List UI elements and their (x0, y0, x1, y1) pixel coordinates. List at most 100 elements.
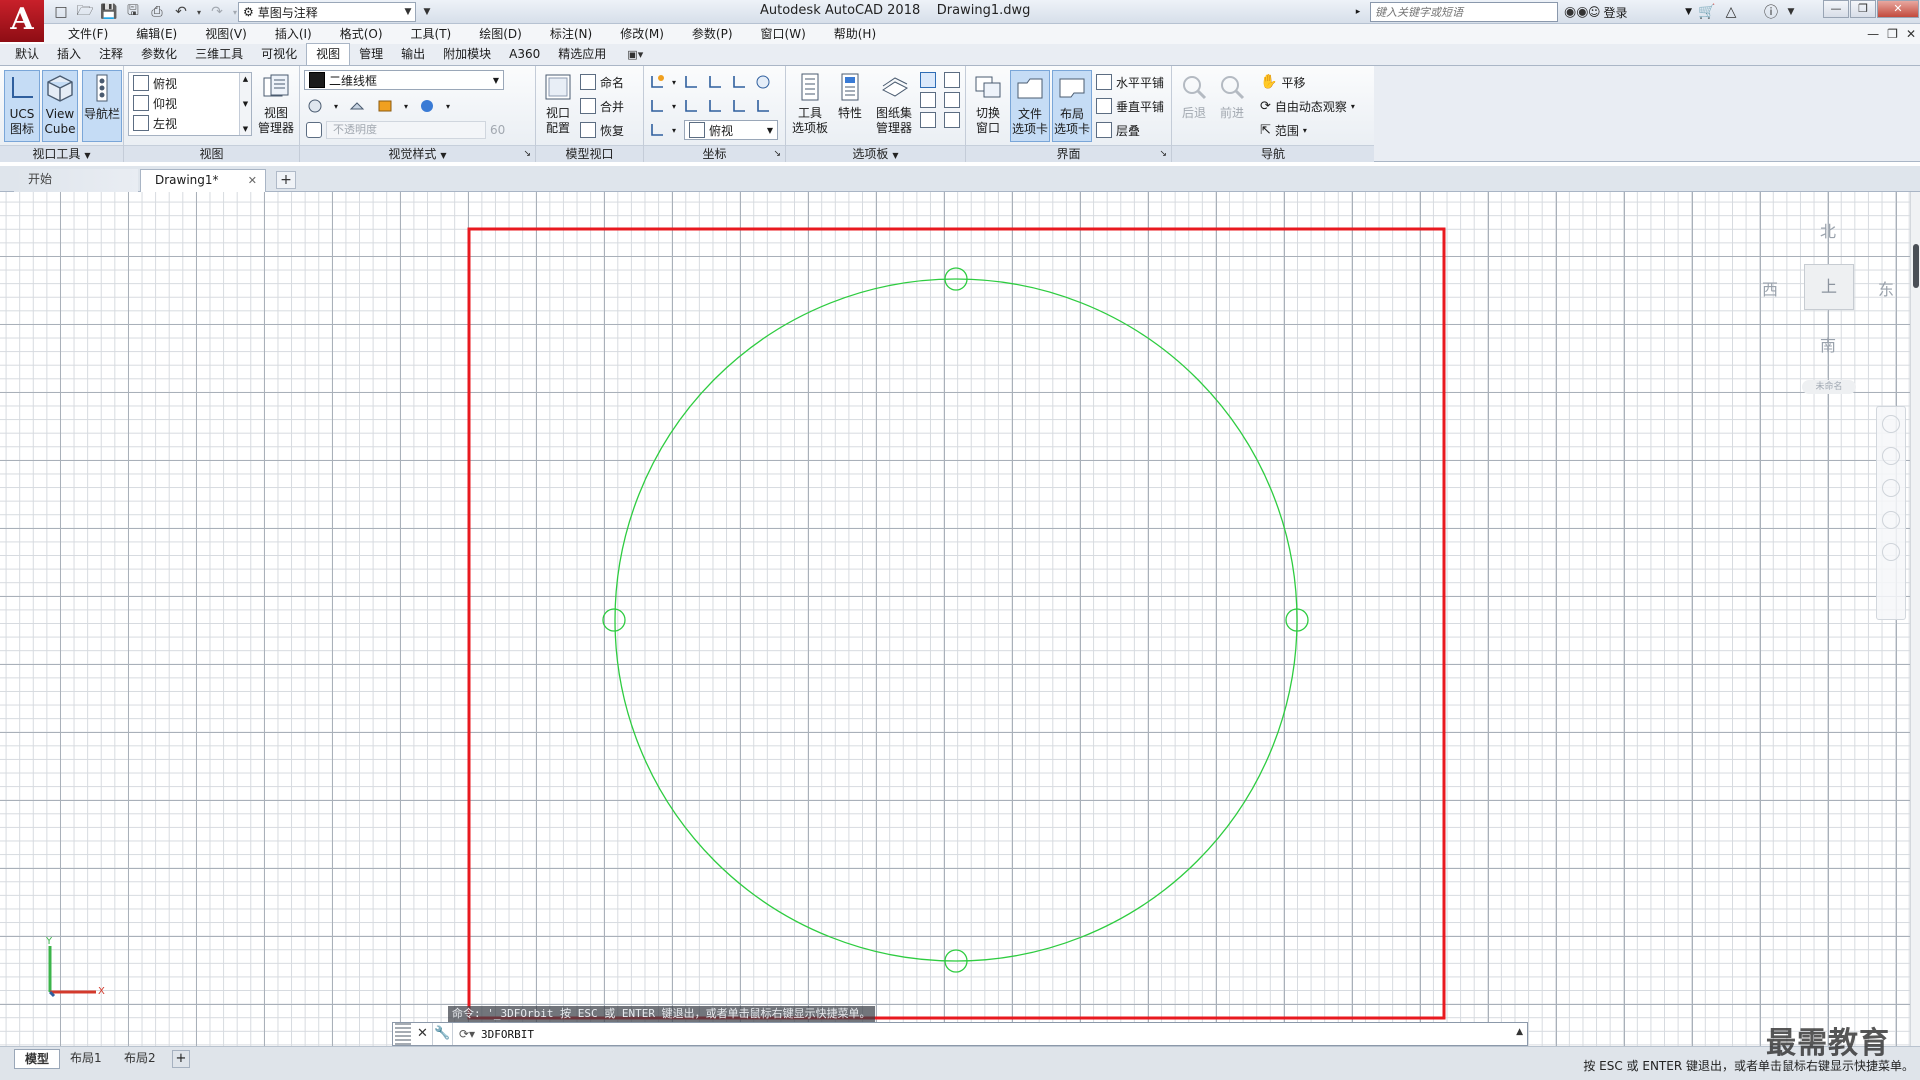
pan-icon[interactable] (1882, 447, 1900, 465)
file-tab-start[interactable]: 开始 (14, 169, 138, 192)
dialog-launcher-icon[interactable]: ↘ (1159, 146, 1167, 163)
tab-parametric[interactable]: 参数化 (132, 44, 186, 65)
scrollbar-thumb[interactable] (1913, 244, 1919, 288)
panel-title-palettes[interactable]: 选项板 ▼ (786, 145, 965, 162)
menu-window[interactable]: 窗口(W) (747, 24, 820, 44)
material-sphere-icon[interactable] (418, 97, 436, 115)
help-dropdown-icon[interactable]: ▼ (1786, 7, 1796, 17)
wrench-icon[interactable]: 🔧 (433, 1023, 453, 1045)
tab-a360[interactable]: A360 (500, 44, 549, 65)
undo-dropdown-icon[interactable]: ▾ (194, 2, 204, 22)
named-viewports-button[interactable]: 命名 (580, 72, 624, 92)
dialog-launcher-icon[interactable]: ↘ (523, 146, 531, 163)
new-file-icon[interactable]: □ (50, 2, 72, 22)
edge-effects-icon[interactable] (306, 97, 324, 115)
zoom-icon[interactable] (1882, 479, 1900, 497)
chevron-down-icon[interactable]: ▾ (672, 102, 676, 111)
help-icon[interactable]: ⓘ (1762, 2, 1780, 22)
file-tabs-toggle-button[interactable]: 文件 选项卡 (1010, 70, 1050, 142)
ucs-z-icon[interactable] (754, 73, 772, 91)
view-item-top[interactable]: 俯视 (129, 73, 251, 93)
viewcube-top-face[interactable]: 上 (1804, 264, 1854, 310)
ucs-world-icon[interactable] (648, 73, 666, 91)
drawing-canvas[interactable]: 北 西 东 南 上 未命名 Y X (0, 192, 1920, 1046)
workspace-switcher[interactable]: ⚙ 草图与注释 ▼ (238, 2, 416, 22)
menu-edit[interactable]: 编辑(E) (122, 24, 191, 44)
help-search-input[interactable] (1370, 2, 1558, 22)
restore-viewports-button[interactable]: 恢复 (580, 120, 624, 140)
circle-entity[interactable] (614, 278, 1298, 962)
forward-button[interactable]: 前进 (1214, 70, 1250, 142)
block-palette-icon[interactable] (944, 112, 960, 128)
join-viewports-button[interactable]: 合并 (580, 96, 624, 116)
tab-addins[interactable]: 附加模块 (434, 44, 500, 65)
viewcube-east[interactable]: 东 (1878, 276, 1894, 300)
command-line-grip[interactable] (395, 1023, 411, 1045)
vertical-scrollbar[interactable] (1910, 192, 1920, 1046)
showmotion-icon[interactable] (1882, 543, 1900, 561)
chevron-down-icon[interactable]: ▾ (334, 102, 338, 111)
opacity-slider[interactable]: 不透明度 (326, 121, 486, 139)
ucs-face-icon[interactable] (682, 73, 700, 91)
orbit-command-icon[interactable]: ⟳▾ (453, 1027, 481, 1041)
menu-insert[interactable]: 插入(I) (261, 24, 326, 44)
new-tab-button[interactable]: + (276, 171, 296, 189)
markup-set-icon[interactable] (920, 92, 936, 108)
tab-output[interactable]: 输出 (392, 44, 434, 65)
named-views-gallery[interactable]: 俯视 仰视 左视 ▲ ▼ ▼ (128, 72, 252, 136)
menu-file[interactable]: 文件(F) (54, 24, 122, 44)
circle-grip-left[interactable] (602, 608, 626, 632)
print-icon[interactable]: ⎙ (146, 2, 168, 22)
viewcube-ucs-menu[interactable]: 未命名 (1802, 380, 1856, 394)
navigation-bar-button[interactable]: 导航栏 (82, 70, 122, 142)
save-icon[interactable]: 💾 (98, 2, 120, 22)
gallery-expand-icon[interactable]: ▼ (240, 125, 251, 133)
add-layout-button[interactable]: + (172, 1050, 190, 1068)
chevron-down-icon[interactable]: ▾ (672, 126, 676, 135)
viewcube-west[interactable]: 西 (1762, 276, 1778, 300)
free-orbit-button[interactable]: ⟳ 自由动态观察 ▾ (1260, 96, 1355, 116)
cart-icon[interactable]: 🛒 (1698, 4, 1716, 20)
ucs-view-combo[interactable]: 俯视 ▼ (684, 120, 778, 140)
scroll-up-icon[interactable]: ▲ (240, 75, 251, 83)
menu-dimension[interactable]: 标注(N) (536, 24, 606, 44)
view-manager-button[interactable]: 视图 管理器 (256, 70, 296, 142)
visual-style-combo[interactable]: 二维线框 ▼ (304, 70, 504, 90)
file-tab-drawing1[interactable]: Drawing1* ✕ (140, 169, 266, 192)
ribbon-minimize-toggle-icon[interactable]: ▣▾ (621, 45, 649, 65)
view-item-left[interactable]: 左视 (129, 113, 251, 133)
external-refs-icon[interactable] (920, 112, 936, 128)
sheet-set-manager-button[interactable]: 图纸集 管理器 (872, 70, 916, 142)
search-expand-icon[interactable]: ▸ (1352, 2, 1364, 22)
layout-tabs-toggle-button[interactable]: 布局 选项卡 (1052, 70, 1092, 142)
design-center-icon[interactable] (944, 72, 960, 88)
panel-title-viewport-tools[interactable]: 视口工具 ▼ (0, 145, 123, 162)
tile-vertical-button[interactable]: 垂直平铺 (1096, 96, 1164, 116)
lighting-icon[interactable] (376, 97, 394, 115)
ucs-x-icon[interactable] (706, 73, 724, 91)
tool-palettes-button[interactable]: 工具 选项板 (790, 70, 830, 142)
menu-parametric[interactable]: 参数(P) (678, 24, 747, 44)
chevron-down-icon[interactable]: ▾ (672, 78, 676, 87)
customize-qat-icon[interactable]: ▼ (420, 2, 434, 22)
tab-featured-apps[interactable]: 精选应用 (549, 44, 615, 65)
redo-icon[interactable]: ↷ (206, 2, 228, 22)
switch-windows-button[interactable]: 切换 窗口 (970, 70, 1006, 142)
viewcube-button[interactable]: View Cube (42, 70, 78, 142)
signin-button[interactable]: ☺ 登录 ▼ (1588, 4, 1692, 21)
undo-icon[interactable]: ↶ (170, 2, 192, 22)
ucs-icon-button[interactable]: UCS 图标 (4, 70, 40, 142)
shadows-icon[interactable] (348, 97, 366, 115)
steering-wheel-icon[interactable] (1882, 415, 1900, 433)
viewcube-north[interactable]: 北 (1820, 218, 1836, 242)
tile-horizontal-button[interactable]: 水平平铺 (1096, 72, 1164, 92)
view-item-bottom[interactable]: 仰视 (129, 93, 251, 113)
tab-manage[interactable]: 管理 (350, 44, 392, 65)
command-input[interactable]: 3DFORBIT (481, 1028, 534, 1041)
layout-tab-model[interactable]: 模型 (14, 1049, 61, 1069)
restore-button[interactable]: ❐ (1850, 0, 1876, 18)
gallery-scrollbar[interactable]: ▲ ▼ ▼ (239, 73, 251, 135)
close-icon[interactable]: ✕ (248, 170, 257, 191)
application-menu-button[interactable]: A (0, 0, 44, 42)
a360-icon[interactable]: △ (1722, 4, 1740, 20)
